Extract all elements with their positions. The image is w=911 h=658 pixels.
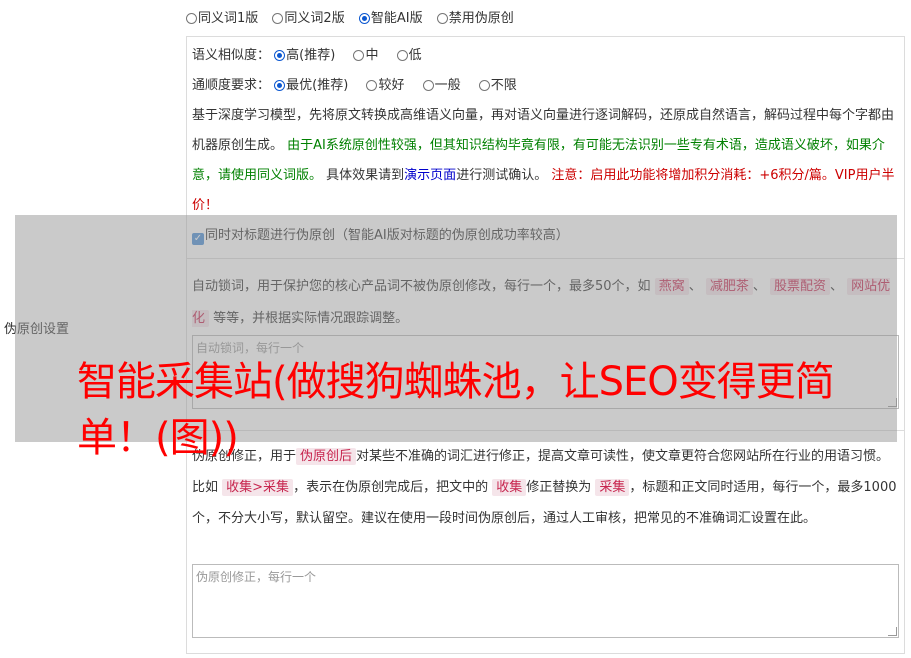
radio-icon[interactable] bbox=[353, 50, 365, 61]
correction-textarea[interactable]: 伪原创修正，每行一个 bbox=[192, 564, 899, 638]
similarity-row: 语义相似度： 高(推荐) 中 低 bbox=[192, 46, 436, 66]
radio-icon[interactable] bbox=[366, 80, 378, 91]
option-label: 最优(推荐) bbox=[286, 78, 349, 93]
version-option-label: 智能AI版 bbox=[370, 11, 423, 26]
textarea-placeholder: 伪原创修正，每行一个 bbox=[196, 570, 317, 584]
description-test-suffix: 进行测试确认。 bbox=[456, 168, 548, 183]
version-option-ai[interactable]: 智能AI版 bbox=[358, 11, 423, 26]
version-option-label: 同义词2版 bbox=[284, 11, 345, 26]
fluency-option-normal[interactable]: 一般 bbox=[422, 78, 461, 93]
example-tag: 采集 bbox=[595, 479, 630, 496]
example-tag: 收集>采集 bbox=[222, 479, 294, 496]
watermark-text: 智能采集站(做搜狗蜘蛛池，让SEO变得更简单！(图)) bbox=[77, 359, 835, 461]
fluency-option-good[interactable]: 较好 bbox=[366, 78, 404, 93]
fluency-option-best[interactable]: 最优(推荐) bbox=[274, 78, 348, 93]
demo-page-link[interactable]: 演示页面 bbox=[404, 168, 456, 183]
resize-handle[interactable] bbox=[888, 627, 897, 636]
version-option-synonym1[interactable]: 同义词1版 bbox=[186, 11, 258, 26]
option-label: 不限 bbox=[490, 78, 517, 93]
fluency-row: 通顺度要求： 最优(推荐) 较好 一般 不限 bbox=[192, 76, 531, 96]
radio-selected-icon[interactable] bbox=[358, 13, 370, 24]
fluency-label: 通顺度要求： bbox=[192, 78, 271, 93]
example-tag: 收集 bbox=[492, 479, 527, 496]
version-radio-group: 同义词1版 同义词2版 智能AI版 禁用伪原创 bbox=[186, 10, 524, 28]
option-label: 高(推荐) bbox=[286, 48, 336, 63]
similarity-label: 语义相似度： bbox=[192, 48, 271, 63]
correction-desc-mid: ，表示在伪原创完成后，把文中的 bbox=[293, 480, 489, 495]
similarity-option-low[interactable]: 低 bbox=[396, 48, 422, 63]
correction-desc-mid: 修正替换为 bbox=[526, 480, 592, 495]
radio-selected-icon[interactable] bbox=[274, 80, 286, 91]
option-label: 一般 bbox=[434, 78, 461, 93]
option-label: 较好 bbox=[378, 78, 405, 93]
similarity-option-medium[interactable]: 中 bbox=[353, 48, 378, 63]
description-test-prefix: 具体效果请到 bbox=[326, 168, 405, 183]
radio-icon[interactable] bbox=[478, 80, 490, 91]
radio-icon[interactable] bbox=[272, 13, 284, 24]
ai-description: 基于深度学习模型，先将原文转换成高维语义向量，再对语义向量进行逐词解码，还原成自… bbox=[192, 101, 899, 221]
version-option-label: 同义词1版 bbox=[198, 11, 259, 26]
similarity-option-high[interactable]: 高(推荐) bbox=[274, 48, 335, 63]
option-label: 中 bbox=[365, 48, 379, 63]
version-option-synonym2[interactable]: 同义词2版 bbox=[272, 11, 345, 26]
version-option-label: 禁用伪原创 bbox=[448, 11, 514, 26]
fluency-option-unlimited[interactable]: 不限 bbox=[478, 78, 517, 93]
radio-selected-icon[interactable] bbox=[274, 50, 286, 61]
radio-icon[interactable] bbox=[186, 13, 197, 24]
radio-icon[interactable] bbox=[396, 50, 408, 61]
radio-icon[interactable] bbox=[422, 80, 434, 91]
version-option-disable[interactable]: 禁用伪原创 bbox=[436, 11, 514, 26]
radio-icon[interactable] bbox=[436, 13, 448, 24]
option-label: 低 bbox=[408, 48, 422, 63]
